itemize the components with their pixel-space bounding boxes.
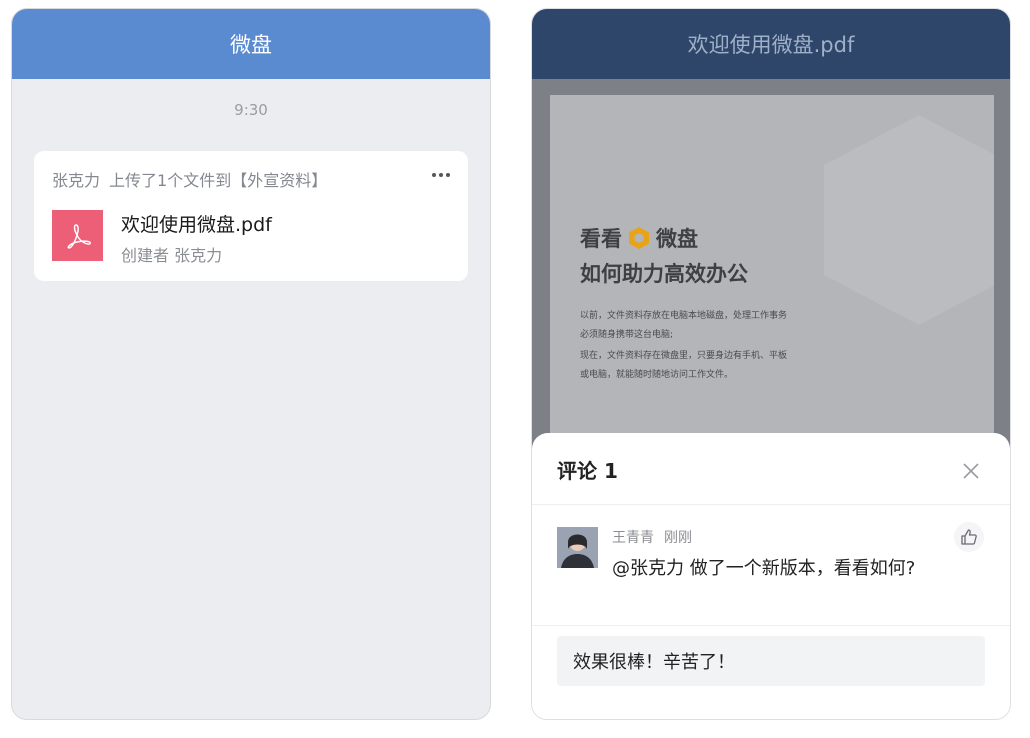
document-preview-area: 看看 微盘 如何助力高效办公 以前，文件资料存放在电脑本地磁盘，处理工作事务必须… (532, 79, 1010, 479)
reply-input[interactable]: 效果很棒！辛苦了！ (557, 636, 985, 686)
comment-time: 刚刚 (664, 530, 692, 546)
uploader-name: 张克力 (52, 171, 101, 190)
file-creator: 创建者 张克力 (121, 246, 223, 265)
close-icon[interactable] (960, 460, 982, 482)
divider (532, 504, 1010, 505)
comment-sheet: 评论 1 王青青 刚刚 @张克力 做了一个新版本，看看如何? 效果很棒！辛苦了！ (532, 433, 1010, 719)
app-title: 微盘 (230, 33, 272, 57)
comment-author[interactable]: 王青青 (612, 530, 654, 546)
file-upload-card[interactable]: 张克力 上传了1个文件到【外宣资料】 欢迎使用微盘.pdf 创建者 张克力 (34, 151, 468, 281)
comment-count-title: 评论 1 (557, 459, 618, 483)
decorative-shape (824, 115, 994, 325)
upload-action: 上传了1个文件到【外宣资料】 (109, 171, 328, 190)
document-paragraph: 现在，文件资料存在微盘里，只要身边有手机、平板或电脑，就能随时随地访问工作文件。 (580, 351, 788, 380)
file-name[interactable]: 欢迎使用微盘.pdf (121, 210, 272, 237)
preview-header: 欢迎使用微盘.pdf (532, 9, 1010, 79)
left-screen: 微盘 9:30 张克力 上传了1个文件到【外宣资料】 欢迎使用微盘.pdf 创建… (11, 8, 491, 720)
document-paragraph: 以前，文件资料存放在电脑本地磁盘，处理工作事务必须随身携带这台电脑; (580, 311, 788, 340)
avatar[interactable] (557, 527, 598, 568)
right-screen: 欢迎使用微盘.pdf 看看 微盘 如何助力高效办公 以前，文件资料存放在电脑本地… (531, 8, 1011, 720)
thumbs-up-icon[interactable] (954, 522, 984, 552)
weipan-logo-icon (629, 227, 649, 249)
message-timestamp: 9:30 (234, 101, 268, 119)
comment-meta: 王青青 刚刚 (612, 527, 692, 547)
document-page: 看看 微盘 如何助力高效办公 以前，文件资料存放在电脑本地磁盘，处理工作事务必须… (550, 95, 994, 475)
upload-summary: 张克力 上传了1个文件到【外宣资料】 (52, 167, 450, 191)
comment-text: @张克力 做了一个新版本，看看如何? (612, 558, 916, 579)
preview-title: 欢迎使用微盘.pdf (687, 33, 855, 57)
document-subheading: 如何助力高效办公 (580, 262, 748, 286)
more-icon[interactable] (432, 173, 450, 177)
divider (532, 625, 1010, 626)
app-header: 微盘 (12, 9, 490, 79)
pdf-icon (52, 210, 103, 261)
document-heading: 看看 微盘 (580, 227, 698, 251)
